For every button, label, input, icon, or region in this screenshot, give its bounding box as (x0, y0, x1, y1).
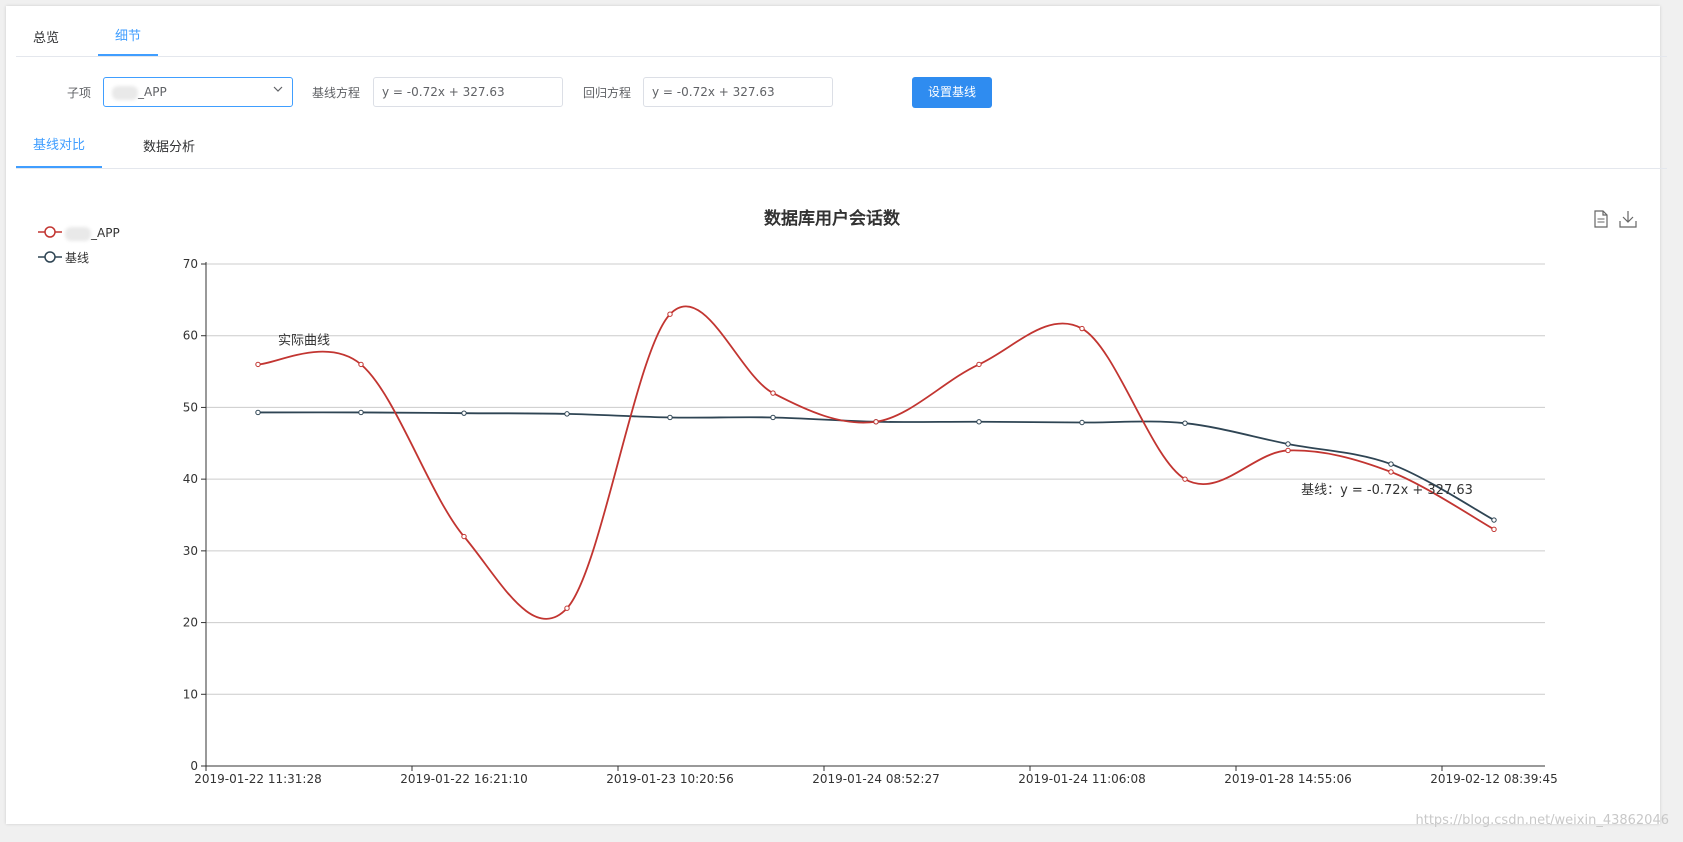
data-point (1079, 419, 1085, 426)
x-tick-label: 2019-02-12 08:39:45 (1430, 772, 1557, 786)
data-point (1491, 517, 1497, 523)
data-point (667, 414, 673, 421)
data-point (1388, 469, 1394, 475)
y-tick-label: 50 (183, 400, 198, 414)
data-point (770, 414, 776, 421)
data-point (358, 361, 364, 368)
series-line-0 (257, 305, 1495, 620)
data-point (1285, 447, 1291, 454)
data-point (976, 361, 982, 368)
data-point (1491, 526, 1497, 533)
data-point (770, 390, 776, 396)
y-tick-label: 0 (190, 759, 198, 773)
annotation-label: 实际曲线 (278, 333, 330, 348)
x-tick-label: 2019-01-24 08:52:27 (812, 772, 939, 786)
data-point (358, 409, 364, 416)
data-point (1182, 420, 1188, 426)
y-tick-label: 10 (183, 687, 198, 701)
data-point (564, 605, 570, 611)
series-line-1 (257, 411, 1495, 521)
annotation-label: 基线：y = -0.72x + 327.63 (1301, 483, 1473, 498)
data-point (255, 361, 261, 368)
x-tick-label: 2019-01-22 16:21:10 (400, 772, 527, 786)
y-tick-label: 60 (183, 329, 198, 343)
x-tick-label: 2019-01-22 11:31:28 (194, 772, 321, 786)
data-point (873, 419, 879, 425)
y-tick-label: 20 (183, 616, 198, 630)
watermark: https://blog.csdn.net/weixin_43862046 (1415, 813, 1669, 828)
data-point (976, 419, 982, 425)
data-point (1182, 476, 1188, 482)
data-point (667, 311, 673, 317)
x-tick-label: 2019-01-23 10:20:56 (606, 772, 733, 786)
y-tick-label: 70 (183, 257, 198, 271)
chart-title: 数据库用户会话数 (764, 208, 901, 229)
x-tick-label: 2019-01-24 11:06:08 (1018, 772, 1145, 786)
data-point (564, 411, 570, 417)
line-chart: 0 10 20 30 40 50 60 70 2019-01-22 11:31:28 2019-0… (183, 208, 1558, 786)
data-point (1079, 325, 1085, 332)
data-point (1388, 461, 1394, 467)
x-tick-label: 2019-01-28 14:55:06 (1224, 772, 1351, 786)
y-tick-label: 30 (183, 544, 198, 558)
y-tick-label: 40 (183, 472, 198, 486)
data-point (1285, 441, 1291, 447)
data-point (461, 533, 467, 540)
data-point (255, 409, 261, 416)
data-point (461, 410, 467, 416)
